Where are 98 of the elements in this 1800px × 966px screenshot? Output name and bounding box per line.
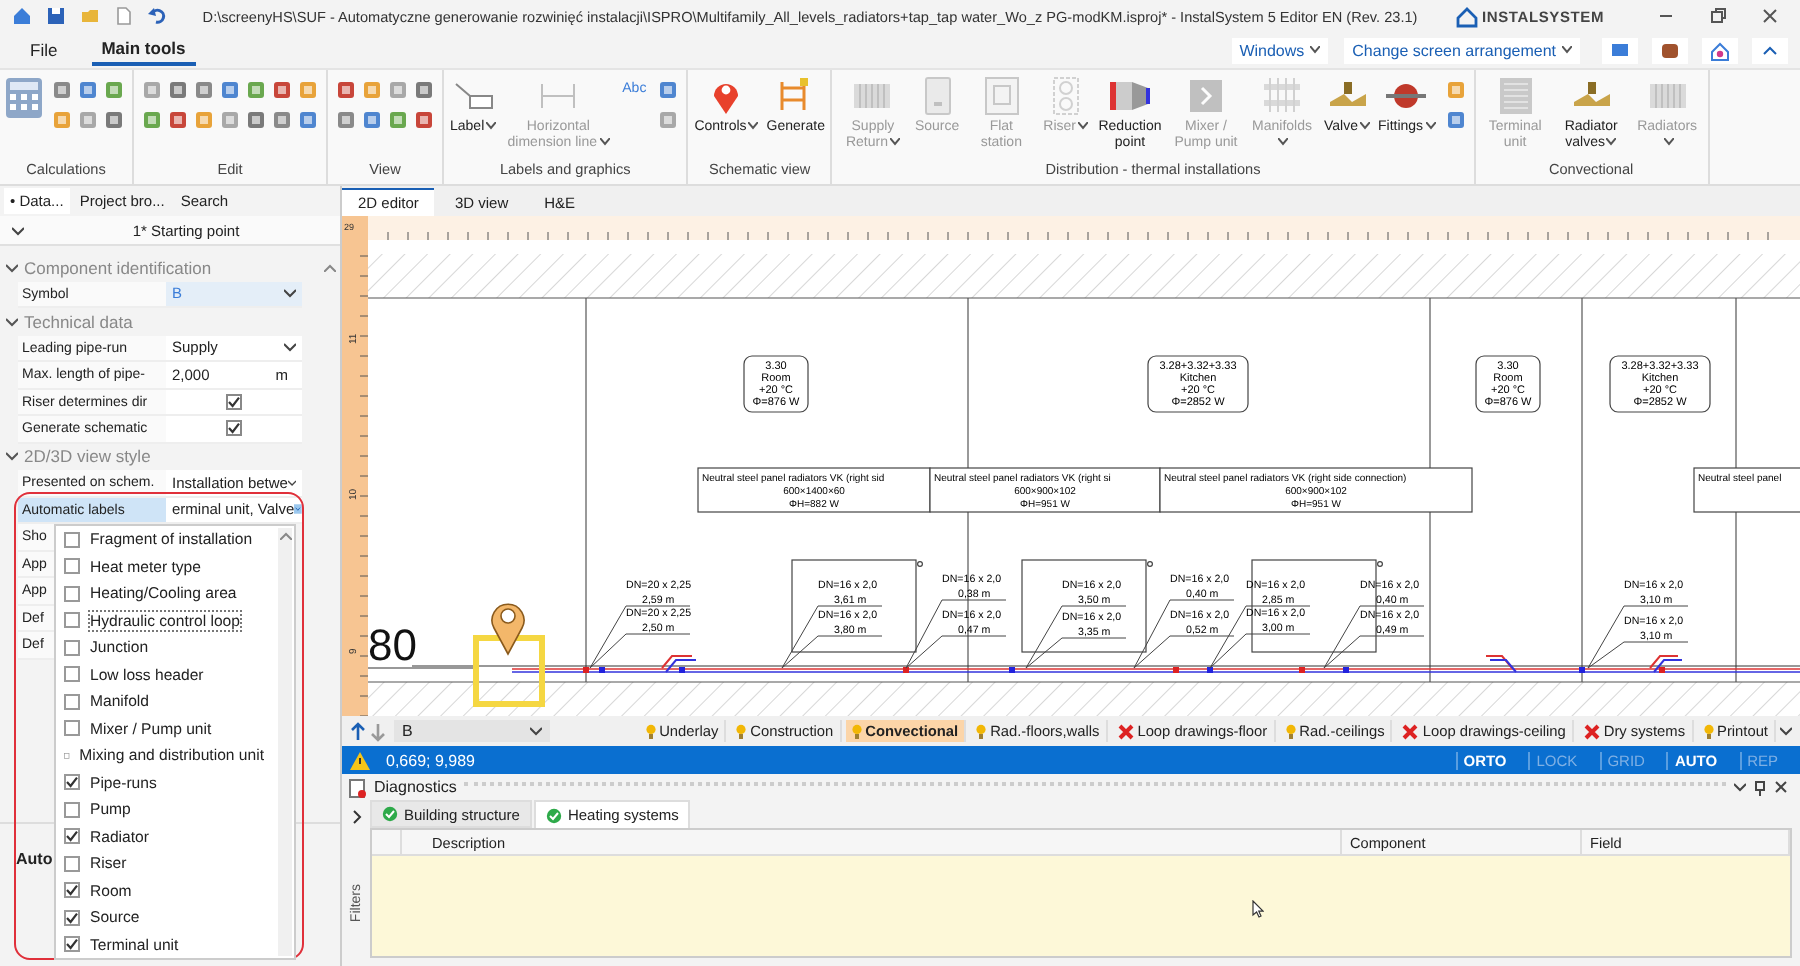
checkbox[interactable] — [64, 612, 80, 629]
toolbar-icon[interactable] — [658, 80, 679, 101]
toolbar-icon[interactable] — [168, 80, 188, 101]
calculator-icon[interactable] — [4, 76, 44, 121]
checkbox[interactable] — [64, 666, 80, 683]
toolbar-icon[interactable] — [194, 110, 214, 131]
toolbar-icon[interactable] — [414, 110, 434, 131]
toolbar-icon[interactable] — [52, 110, 72, 131]
check-circle-icon — [382, 806, 398, 822]
toolbar-icon[interactable] — [388, 110, 408, 131]
close-icon[interactable] — [1774, 780, 1788, 794]
level-label: 80 — [368, 620, 417, 670]
check-circle-icon — [545, 807, 562, 823]
chevron-right-icon[interactable] — [351, 810, 361, 824]
close-icon[interactable] — [1760, 6, 1780, 27]
arrow-down-icon[interactable] — [370, 721, 386, 741]
scrollbar[interactable] — [278, 528, 292, 956]
checkbox[interactable] — [64, 585, 80, 602]
chevron-down-icon[interactable] — [1780, 726, 1792, 736]
toolbar-icon[interactable] — [194, 80, 214, 101]
pin-icon[interactable] — [1754, 779, 1766, 795]
mouse-cursor-icon — [1252, 900, 1264, 918]
caret-icon — [284, 342, 296, 353]
toolbar-icon[interactable] — [298, 80, 318, 101]
chevron-down-icon[interactable] — [12, 225, 24, 235]
checkbox[interactable] — [226, 420, 242, 437]
toolbar-icon[interactable] — [1445, 110, 1466, 131]
toolbar-icon[interactable] — [220, 110, 240, 131]
toolbar-icon[interactable] — [1445, 80, 1466, 101]
toolbar-icon[interactable] — [78, 110, 98, 131]
toolbar-icon[interactable] — [336, 110, 356, 131]
toolbar-icon[interactable] — [272, 80, 292, 101]
screen-arrangement-dropdown[interactable]: Change screen arrangement — [1344, 37, 1580, 64]
restore-icon[interactable] — [1708, 6, 1728, 27]
toolbar-icon[interactable] — [104, 110, 124, 131]
checkbox[interactable] — [64, 936, 80, 953]
highlight-frame — [473, 635, 545, 707]
section-chevron-icon[interactable] — [6, 450, 18, 463]
toolbar-icon[interactable] — [362, 110, 382, 131]
section-chevron-icon[interactable] — [6, 261, 18, 274]
warning-icon[interactable] — [350, 751, 370, 769]
caret-icon — [284, 288, 296, 299]
caret-icon — [1562, 46, 1572, 55]
ribbon-tab[interactable]: File — [20, 36, 68, 65]
toolbar-icon[interactable] — [104, 80, 124, 101]
checkbox[interactable] — [64, 720, 80, 737]
chevron-down-icon[interactable] — [1734, 782, 1746, 792]
toolbar-icon[interactable] — [298, 110, 318, 131]
section-title: Component identification — [24, 257, 212, 278]
toolbar-icon[interactable] — [142, 80, 162, 101]
house-drop-icon[interactable] — [1702, 37, 1738, 64]
toolbar-icon[interactable] — [168, 110, 188, 131]
monitor-icon[interactable] — [1602, 37, 1638, 64]
toolbar-icon[interactable] — [414, 80, 434, 101]
document-icon[interactable] — [114, 6, 134, 27]
toolbar-icon[interactable] — [142, 110, 162, 131]
caret-icon — [530, 726, 542, 736]
toolbar-icon[interactable] — [658, 110, 679, 131]
checkbox[interactable] — [64, 855, 80, 872]
checkbox[interactable] — [64, 639, 80, 656]
section-title: 2D/3D view style — [24, 446, 151, 467]
drawing-canvas[interactable] — [342, 216, 1800, 716]
windows-dropdown[interactable]: Windows — [1231, 37, 1329, 64]
checkbox[interactable] — [64, 801, 80, 818]
description-title: Auto — [16, 850, 53, 868]
home-icon[interactable] — [12, 6, 32, 27]
house-logo-icon — [1456, 5, 1479, 28]
toolbar-icon[interactable] — [336, 80, 356, 101]
toolbar-icon[interactable] — [52, 80, 72, 101]
toolbar-icon[interactable] — [388, 80, 408, 101]
cursor-coordinates: 0,669; 9,989 — [386, 751, 475, 769]
toolbar-icon[interactable] — [220, 80, 240, 101]
section-title: Technical data — [24, 311, 133, 332]
toolbar-icon[interactable] — [246, 80, 266, 101]
toolbar-icon[interactable] — [362, 80, 382, 101]
checkbox[interactable] — [226, 393, 242, 410]
caret-icon — [287, 477, 296, 488]
checkbox[interactable] — [64, 774, 80, 791]
scroll-up-icon[interactable] — [324, 264, 336, 272]
checkbox[interactable] — [64, 531, 80, 548]
toolbar-icon[interactable] — [78, 80, 98, 101]
checkbox[interactable] — [64, 693, 80, 710]
caret-icon — [1310, 46, 1321, 55]
undo-icon[interactable] — [148, 6, 168, 27]
checkbox[interactable] — [64, 558, 80, 575]
level-dropdown[interactable]: B — [394, 720, 550, 742]
checkbox[interactable] — [64, 828, 80, 845]
section-chevron-icon[interactable] — [6, 315, 18, 328]
arrow-up-icon[interactable] — [350, 721, 366, 741]
toolbar-icon[interactable] — [246, 110, 266, 131]
save-icon[interactable] — [46, 6, 66, 27]
location-pin-icon[interactable] — [491, 603, 525, 655]
collapse-ribbon-icon[interactable] — [1752, 37, 1788, 64]
checkbox[interactable] — [64, 882, 80, 899]
panel-title: Diagnostics — [374, 778, 457, 796]
checkbox[interactable] — [64, 909, 80, 926]
scroll-up-icon[interactable] — [279, 532, 291, 540]
toolbar-icon[interactable] — [272, 110, 292, 131]
